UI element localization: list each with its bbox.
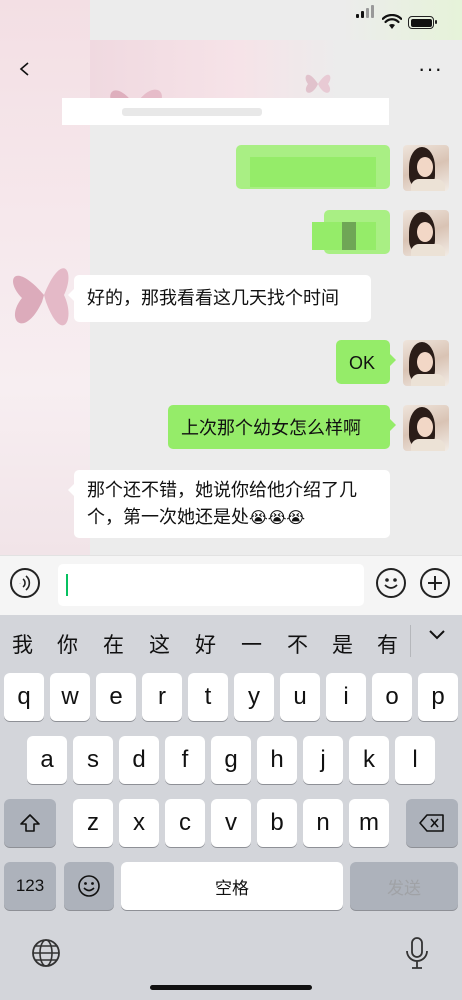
- status-bar: [0, 0, 462, 44]
- butterfly-decoration: [305, 74, 331, 93]
- key-q[interactable]: q: [4, 673, 44, 721]
- candidate-word[interactable]: 一: [241, 629, 262, 659]
- key-n[interactable]: n: [303, 799, 343, 847]
- key-k[interactable]: k: [349, 736, 389, 784]
- delete-key[interactable]: [406, 799, 458, 847]
- key-i[interactable]: i: [326, 673, 366, 721]
- key-s[interactable]: s: [73, 736, 113, 784]
- butterfly-decoration: [13, 268, 69, 326]
- message-bubble[interactable]: OK: [336, 340, 396, 384]
- microphone-icon[interactable]: [405, 937, 429, 971]
- candidate-word[interactable]: 你: [57, 629, 78, 659]
- keyboard: 我 你 在 这 好 一 不 是 有 q w e r t y u i o p a …: [0, 615, 462, 1000]
- wifi-icon: [382, 14, 402, 29]
- key-w[interactable]: w: [50, 673, 90, 721]
- key-d[interactable]: d: [119, 736, 159, 784]
- key-p[interactable]: p: [418, 673, 458, 721]
- chat-area: ··· 好的，那我看看这几天找个时间 OK 上次那个幼女怎么样啊 那个还不错，她…: [0, 0, 462, 555]
- message-text: 好的，那我看看这几天找个时间: [87, 288, 339, 308]
- key-x[interactable]: x: [119, 799, 159, 847]
- send-key[interactable]: 发送: [350, 862, 458, 910]
- key-b[interactable]: b: [257, 799, 297, 847]
- input-bar: [0, 555, 462, 615]
- key-l[interactable]: l: [395, 736, 435, 784]
- key-c[interactable]: c: [165, 799, 205, 847]
- message-input[interactable]: [58, 564, 364, 606]
- message-text: 个，第一次她还是处: [87, 507, 249, 527]
- key-j[interactable]: j: [303, 736, 343, 784]
- redacted-bubble-mosaic: [250, 157, 376, 187]
- avatar[interactable]: [403, 340, 449, 386]
- key-z[interactable]: z: [73, 799, 113, 847]
- candidate-word[interactable]: 有: [377, 629, 398, 659]
- emoji-icon: [78, 875, 100, 897]
- message-bubble[interactable]: 好的，那我看看这几天找个时间: [68, 275, 371, 322]
- emoji-key[interactable]: [64, 862, 114, 910]
- shift-icon: [20, 814, 40, 832]
- candidate-word[interactable]: 好: [195, 629, 216, 659]
- space-key[interactable]: 空格: [121, 862, 343, 910]
- candidate-bar: 我 你 在 这 好 一 不 是 有: [0, 615, 462, 670]
- voice-icon[interactable]: [10, 568, 40, 598]
- divider: [410, 625, 411, 657]
- key-r[interactable]: r: [142, 673, 182, 721]
- text-caret: [66, 574, 68, 596]
- key-t[interactable]: t: [188, 673, 228, 721]
- message-text: 那个还不错，她说你给他介绍了几: [87, 480, 357, 500]
- chevron-down-icon[interactable]: [428, 629, 446, 641]
- plus-icon[interactable]: [420, 568, 450, 598]
- battery-icon: [408, 16, 437, 29]
- avatar[interactable]: [403, 145, 449, 191]
- key-g[interactable]: g: [211, 736, 251, 784]
- key-v[interactable]: v: [211, 799, 251, 847]
- more-button[interactable]: ···: [418, 58, 443, 80]
- candidate-word[interactable]: 是: [332, 629, 353, 659]
- globe-icon[interactable]: [30, 937, 62, 969]
- shift-key[interactable]: [4, 799, 56, 847]
- message-bubble[interactable]: 上次那个幼女怎么样啊: [168, 405, 396, 449]
- delete-icon: [419, 814, 444, 832]
- message-text: 上次那个幼女怎么样啊: [181, 418, 361, 438]
- candidate-word[interactable]: 这: [149, 629, 170, 659]
- key-o[interactable]: o: [372, 673, 412, 721]
- key-f[interactable]: f: [165, 736, 205, 784]
- avatar[interactable]: [403, 210, 449, 256]
- chevron-left-icon[interactable]: [18, 62, 32, 76]
- message-bubble[interactable]: 那个还不错，她说你给他介绍了几 个，第一次她还是处😭😭😭: [68, 470, 390, 538]
- candidate-word[interactable]: 不: [287, 629, 308, 659]
- avatar[interactable]: [403, 405, 449, 451]
- key-e[interactable]: e: [96, 673, 136, 721]
- key-h[interactable]: h: [257, 736, 297, 784]
- message-text: OK: [349, 353, 376, 373]
- redacted-bubble-mosaic: [342, 222, 356, 250]
- key-y[interactable]: y: [234, 673, 274, 721]
- key-a[interactable]: a: [27, 736, 67, 784]
- home-indicator[interactable]: [150, 985, 312, 990]
- crying-emoji-icon: 😭😭😭: [249, 510, 306, 527]
- emoji-icon[interactable]: [376, 568, 406, 598]
- numbers-key[interactable]: 123: [4, 862, 56, 910]
- key-u[interactable]: u: [280, 673, 320, 721]
- candidate-word[interactable]: 在: [103, 629, 124, 659]
- chat-title-redacted: [62, 98, 389, 125]
- key-m[interactable]: m: [349, 799, 389, 847]
- candidate-word[interactable]: 我: [12, 629, 33, 659]
